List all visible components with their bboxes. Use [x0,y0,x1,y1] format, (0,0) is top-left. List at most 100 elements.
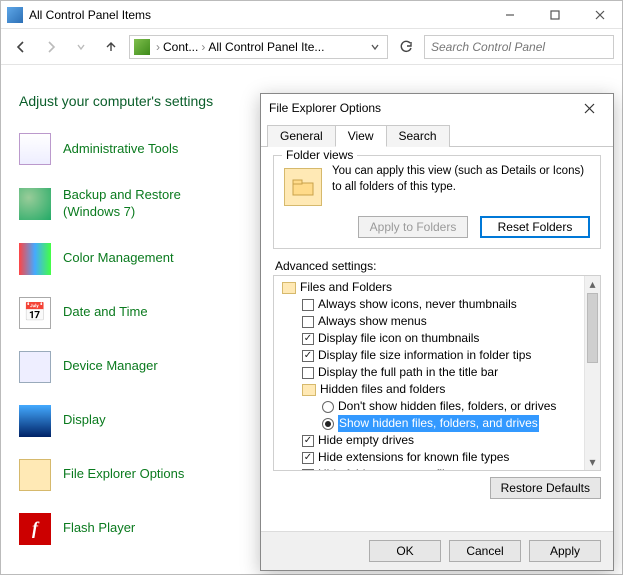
chevron-right-icon: › [201,40,205,54]
tree-item-radio-selected[interactable]: Show hidden files, folders, and drives [276,415,598,432]
folder-views-legend: Folder views [282,148,357,162]
tree-item[interactable]: Hide folder merge conflicts [276,466,598,471]
cp-item-label: Color Management [63,250,174,267]
dialog-tabs: General View Search [261,124,613,147]
tree-label: Files and Folders [300,279,392,296]
checkbox-icon[interactable] [302,299,314,311]
checkbox-icon[interactable] [302,435,314,447]
ok-button[interactable]: OK [369,540,441,562]
tree-label: Don't show hidden files, folders, or dri… [338,398,556,415]
address-dropdown-button[interactable] [367,43,383,51]
color-management-icon [19,243,51,275]
tree-label: Always show icons, never thumbnails [318,296,517,313]
display-icon [19,405,51,437]
breadcrumb-seg-2[interactable]: All Control Panel Ite... [208,40,324,54]
checkbox-icon[interactable] [302,469,314,472]
reset-folders-button[interactable]: Reset Folders [480,216,590,238]
chevron-right-icon: › [156,40,160,54]
advanced-settings-tree[interactable]: Files and Folders Always show icons, nev… [273,275,601,471]
back-button[interactable] [9,35,33,59]
radio-icon[interactable] [322,418,334,430]
tree-label: Hide empty drives [318,432,414,449]
tree-item[interactable]: Display file size information in folder … [276,347,598,364]
folder-icon [302,384,316,396]
apply-button[interactable]: Apply [529,540,601,562]
search-placeholder: Search Control Panel [431,40,545,54]
dialog-title: File Explorer Options [269,101,569,115]
checkbox-icon[interactable] [302,333,314,345]
nav-bar: › Cont... › All Control Panel Ite... Sea… [1,29,622,65]
breadcrumb-seg-1[interactable]: Cont... [163,40,198,54]
tree-item[interactable]: Display file icon on thumbnails [276,330,598,347]
administrative-tools-icon [19,133,51,165]
tree-folder-root[interactable]: Files and Folders [276,279,598,296]
dialog-footer: OK Cancel Apply [261,531,613,570]
file-explorer-options-dialog: File Explorer Options General View Searc… [260,93,614,571]
tree-item[interactable]: Hide empty drives [276,432,598,449]
refresh-button[interactable] [394,35,418,59]
folder-views-text: You can apply this view (such as Details… [332,164,590,195]
tab-view[interactable]: View [335,125,387,147]
tree-label: Always show menus [318,313,427,330]
apply-to-folders-button[interactable]: Apply to Folders [358,216,468,238]
tree-content: Files and Folders Always show icons, nev… [274,276,600,471]
tree-item[interactable]: Display the full path in the title bar [276,364,598,381]
dialog-titlebar: File Explorer Options [261,94,613,122]
search-input[interactable]: Search Control Panel [424,35,614,59]
tab-search[interactable]: Search [386,125,450,147]
tree-label: Hide extensions for known file types [318,449,509,466]
device-manager-icon [19,351,51,383]
backup-restore-icon [19,188,51,220]
tree-item[interactable]: Hide extensions for known file types [276,449,598,466]
address-bar[interactable]: › Cont... › All Control Panel Ite... [129,35,388,59]
up-button[interactable] [99,35,123,59]
flash-player-icon: f [19,513,51,545]
tree-label: Show hidden files, folders, and drives [338,415,539,432]
tree-item-radio[interactable]: Don't show hidden files, folders, or dri… [276,398,598,415]
cp-item-label: Date and Time [63,304,148,321]
dialog-body: Folder views You can apply this view (su… [261,147,613,531]
cp-item-label: Display [63,412,106,429]
minimize-button[interactable] [487,1,532,29]
tree-label: Display file icon on thumbnails [318,330,479,347]
scroll-up-icon[interactable]: ▴ [585,276,600,292]
window-title: All Control Panel Items [29,8,487,22]
cancel-button[interactable]: Cancel [449,540,521,562]
cp-item-label: Flash Player [63,520,135,537]
checkbox-icon[interactable] [302,316,314,328]
tree-folder-hidden[interactable]: Hidden files and folders [276,381,598,398]
folder-views-icon [284,168,322,206]
checkbox-icon[interactable] [302,452,314,464]
tree-label: Display file size information in folder … [318,347,531,364]
checkbox-icon[interactable] [302,350,314,362]
titlebar: All Control Panel Items [1,1,622,29]
cp-item-label: File Explorer Options [63,466,184,483]
file-explorer-options-icon [19,459,51,491]
restore-defaults-button[interactable]: Restore Defaults [490,477,601,499]
cp-item-label: Device Manager [63,358,158,375]
cp-item-label: Administrative Tools [63,141,178,158]
tree-item[interactable]: Always show menus [276,313,598,330]
forward-button[interactable] [39,35,63,59]
tree-scrollbar[interactable]: ▴ ▾ [584,276,600,470]
close-button[interactable] [577,1,622,29]
tree-item[interactable]: Always show icons, never thumbnails [276,296,598,313]
folder-icon [282,282,296,294]
scroll-down-icon[interactable]: ▾ [585,454,600,470]
tab-general[interactable]: General [267,125,336,147]
advanced-settings-label: Advanced settings: [275,259,601,273]
recent-locations-button[interactable] [69,35,93,59]
maximize-button[interactable] [532,1,577,29]
checkbox-icon[interactable] [302,367,314,379]
scroll-track[interactable] [585,364,600,454]
control-panel-icon [7,7,23,23]
address-icon [134,39,150,55]
date-time-icon: 📅 [19,297,51,329]
tree-label: Hide folder merge conflicts [318,466,460,471]
dialog-close-button[interactable] [569,96,609,120]
folder-views-group: Folder views You can apply this view (su… [273,155,601,249]
tree-label: Display the full path in the title bar [318,364,498,381]
radio-icon[interactable] [322,401,334,413]
tree-label: Hidden files and folders [320,381,445,398]
scroll-thumb[interactable] [587,293,598,363]
